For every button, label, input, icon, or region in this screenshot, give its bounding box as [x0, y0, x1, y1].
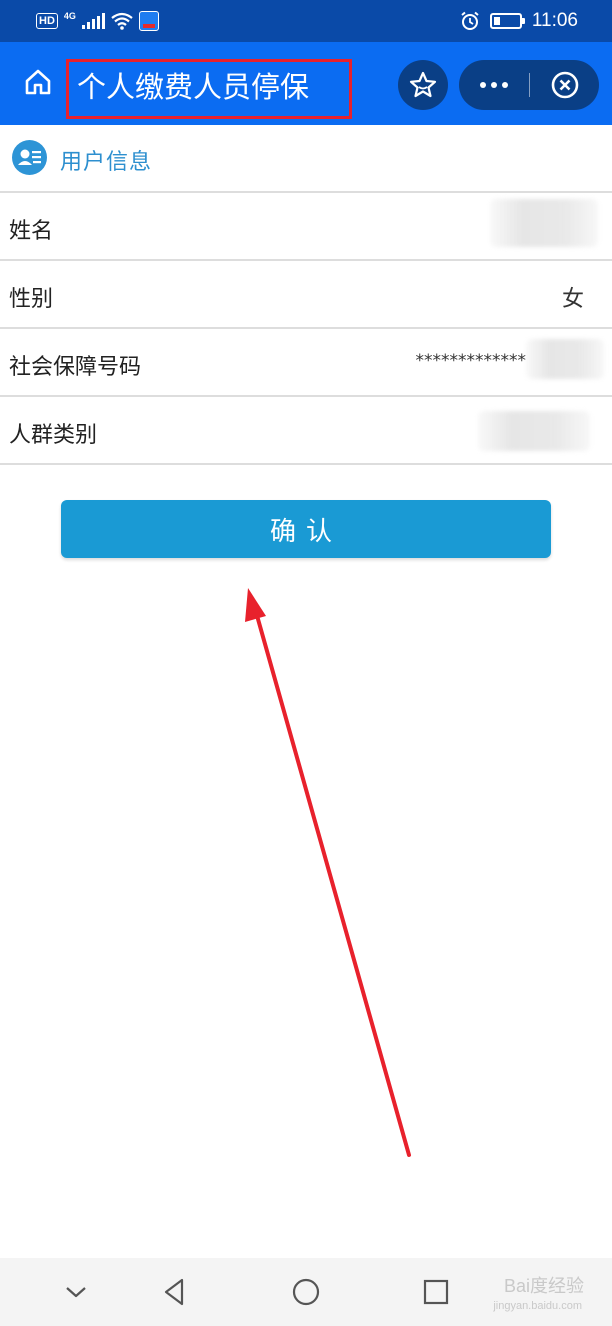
- status-left: HD 4G: [36, 10, 159, 32]
- field-label: 姓名: [9, 219, 54, 244]
- system-nav-bar: Bai度经验 jingyan.baidu.com: [0, 1258, 612, 1326]
- watermark-url: jingyan.baidu.com: [493, 1300, 582, 1312]
- back-button[interactable]: [155, 1272, 195, 1312]
- alarm-icon: [461, 11, 479, 30]
- field-label: 人群类别: [9, 423, 98, 448]
- back-triangle-icon: [164, 1278, 184, 1306]
- field-label: 性别: [9, 287, 54, 312]
- star-icon: [409, 71, 437, 98]
- field-row-ssn: 社会保障号码 *************: [0, 329, 612, 397]
- field-value: *************: [415, 351, 527, 371]
- hide-keyboard-button[interactable]: [56, 1272, 96, 1312]
- clock: 11:06: [531, 10, 578, 31]
- page-title: 个人缴费人员停保: [66, 59, 352, 119]
- close-button[interactable]: [530, 60, 599, 110]
- title-bar: 个人缴费人员停保: [0, 42, 612, 125]
- home-circle-icon: [292, 1278, 320, 1306]
- confirm-button[interactable]: 确认: [61, 500, 551, 558]
- status-right: 11:06: [460, 9, 578, 33]
- user-card-icon: [12, 140, 47, 175]
- user-info-section-header: 用户信息: [0, 125, 612, 193]
- network-type: 4G: [63, 11, 76, 21]
- redacted-value: [478, 411, 590, 451]
- hd-badge: HD: [36, 13, 58, 29]
- home-icon: [25, 69, 51, 95]
- recents-square-icon: [423, 1279, 449, 1305]
- field-row-name: 姓名: [0, 193, 612, 261]
- battery-icon: [489, 13, 525, 29]
- field-value: 女: [561, 287, 584, 312]
- field-label: 社会保障号码: [9, 355, 142, 380]
- field-row-category: 人群类别: [0, 397, 612, 465]
- wifi-icon: [111, 12, 133, 30]
- field-row-gender: 性别 女: [0, 261, 612, 329]
- status-bar: HD 4G 11:06: [0, 0, 612, 42]
- redacted-value: [526, 339, 604, 379]
- redacted-value: [490, 199, 598, 247]
- section-title: 用户信息: [60, 150, 153, 175]
- home-button[interactable]: [18, 62, 58, 102]
- chevron-down-icon: [66, 1287, 86, 1298]
- more-icon: [480, 82, 486, 88]
- signal-icon: [81, 13, 105, 29]
- home-nav-button[interactable]: [286, 1272, 326, 1312]
- app-notification-icon: [138, 11, 159, 31]
- more-button[interactable]: [459, 60, 529, 110]
- favorite-button[interactable]: [398, 60, 448, 110]
- recents-button[interactable]: [416, 1272, 456, 1312]
- close-circle-icon: [551, 71, 578, 99]
- mini-program-capsule: [459, 60, 599, 110]
- watermark: Bai度经验: [503, 1276, 584, 1296]
